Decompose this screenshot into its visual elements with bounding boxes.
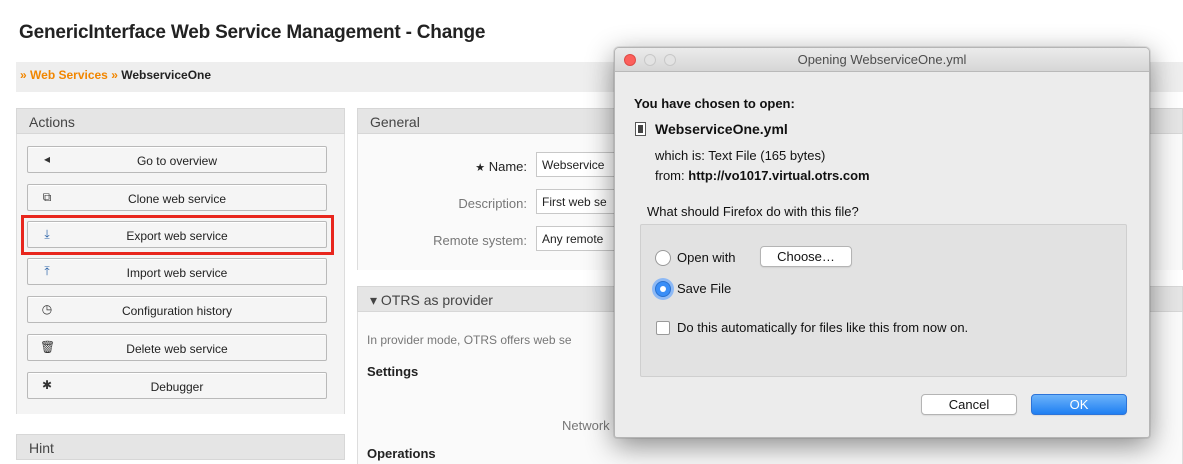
breadcrumb-separator: »: [20, 68, 27, 82]
choose-application-button[interactable]: Choose…: [760, 246, 852, 267]
breadcrumb-separator: »: [111, 68, 118, 82]
file-source: from: http://vo1017.virtual.otrs.com: [655, 168, 870, 183]
configuration-history-button[interactable]: ◷ Configuration history: [27, 296, 327, 323]
dialog-title: Opening WebserviceOne.yml: [797, 52, 967, 67]
actions-header: Actions: [16, 108, 345, 134]
go-to-overview-button[interactable]: ◂ Go to overview: [27, 146, 327, 173]
description-label: Description:: [458, 196, 527, 211]
hint-header: Hint: [16, 434, 345, 460]
auto-action-label[interactable]: Do this automatically for files like thi…: [677, 320, 968, 335]
button-label: Debugger: [150, 380, 204, 394]
button-label: Go to overview: [136, 154, 218, 168]
action-options-box: [640, 224, 1127, 377]
dialog-titlebar[interactable]: Opening WebserviceOne.yml: [615, 48, 1149, 72]
debugger-button[interactable]: ✱ Debugger: [27, 372, 327, 399]
remote-system-label: Remote system:: [433, 233, 527, 248]
open-with-label[interactable]: Open with: [677, 250, 736, 265]
export-highlight-box: [21, 215, 334, 255]
chosen-heading: You have chosen to open:: [634, 96, 795, 111]
save-file-label[interactable]: Save File: [677, 281, 731, 296]
file-source-url: http://vo1017.virtual.otrs.com: [688, 168, 870, 183]
open-with-radio[interactable]: [655, 250, 671, 266]
download-dialog: Opening WebserviceOne.yml You have chose…: [614, 47, 1150, 438]
ok-button[interactable]: OK: [1031, 394, 1127, 415]
provider-description: In provider mode, OTRS offers web se: [367, 333, 572, 347]
settings-heading: Settings: [367, 364, 419, 379]
breadcrumb-current: WebserviceOne: [121, 68, 212, 82]
button-label: Configuration history: [121, 304, 233, 318]
auto-action-checkbox[interactable]: [656, 321, 670, 335]
operations-heading: Operations: [367, 446, 436, 461]
name-label: ★ Name:: [475, 159, 527, 174]
import-web-service-button[interactable]: ⤒ Import web service: [27, 258, 327, 285]
button-label: Import web service: [126, 266, 228, 280]
button-label: Clone web service: [127, 192, 227, 206]
cancel-button[interactable]: Cancel: [921, 394, 1017, 415]
network-label: Network: [562, 418, 610, 433]
breadcrumb-link-web-services[interactable]: Web Services: [30, 68, 108, 82]
button-label: Delete web service: [126, 342, 228, 356]
save-file-radio[interactable]: [655, 281, 671, 297]
page-title: GenericInterface Web Service Management …: [19, 22, 486, 43]
file-icon: [635, 122, 646, 136]
file-name: WebserviceOne.yml: [655, 121, 788, 137]
clone-web-service-button[interactable]: ⧉ Clone web service: [27, 184, 327, 211]
delete-web-service-button[interactable]: 🗑 Delete web service: [27, 334, 327, 361]
action-question: What should Firefox do with this file?: [647, 204, 859, 219]
required-star-icon: ★: [475, 162, 486, 174]
file-type: which is: Text File (165 bytes): [655, 148, 826, 163]
